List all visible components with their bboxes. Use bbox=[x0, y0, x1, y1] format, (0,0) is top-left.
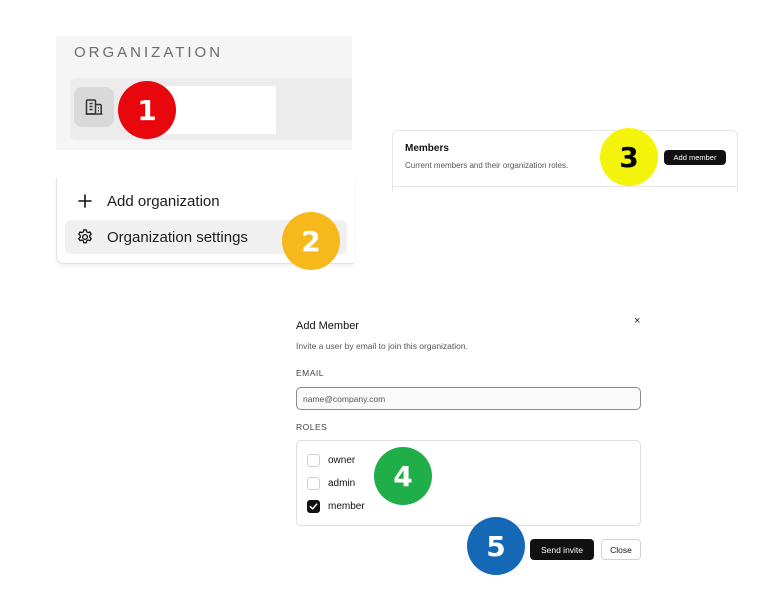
building-icon bbox=[74, 87, 114, 127]
members-title: Members bbox=[405, 143, 449, 154]
step-marker-2: 2 bbox=[282, 212, 340, 270]
member-checkbox[interactable] bbox=[307, 499, 320, 513]
add-organization-label: Add organization bbox=[107, 192, 220, 210]
roles-list: owner admin member bbox=[296, 440, 641, 526]
close-icon[interactable]: × bbox=[634, 315, 640, 327]
role-admin-label: admin bbox=[328, 477, 356, 489]
roles-label: ROLES bbox=[296, 422, 328, 432]
close-button[interactable]: Close bbox=[601, 539, 641, 560]
email-field[interactable] bbox=[296, 387, 641, 410]
gear-icon bbox=[75, 227, 95, 247]
plus-icon bbox=[75, 191, 95, 211]
step-marker-1: 1 bbox=[118, 81, 176, 139]
admin-checkbox[interactable] bbox=[307, 476, 320, 490]
owner-checkbox[interactable] bbox=[307, 453, 320, 467]
checkmark-icon bbox=[309, 502, 318, 510]
email-label: EMAIL bbox=[296, 368, 325, 378]
send-invite-button[interactable]: Send invite bbox=[530, 539, 594, 560]
add-member-button[interactable]: Add member bbox=[664, 150, 726, 165]
step-marker-3: 3 bbox=[600, 128, 658, 186]
dialog-description: Invite a user by email to join this orga… bbox=[296, 341, 468, 351]
organization-row[interactable] bbox=[70, 78, 352, 140]
organization-heading: ORGANIZATION bbox=[74, 44, 224, 61]
role-admin-option[interactable]: admin bbox=[307, 475, 355, 491]
role-owner-label: owner bbox=[328, 454, 356, 466]
step-marker-4: 4 bbox=[374, 447, 432, 505]
dialog-title: Add Member bbox=[296, 320, 359, 332]
members-card: Members Current members and their organi… bbox=[392, 130, 738, 192]
step-marker-5: 5 bbox=[467, 517, 525, 575]
members-subtitle: Current members and their organization r… bbox=[405, 161, 569, 170]
role-member-option[interactable]: member bbox=[307, 498, 365, 514]
role-owner-option[interactable]: owner bbox=[307, 452, 355, 468]
organization-settings-label: Organization settings bbox=[107, 228, 248, 246]
card-divider bbox=[393, 186, 737, 187]
role-member-label: member bbox=[328, 500, 365, 512]
organization-switcher: ORGANIZATION bbox=[56, 36, 352, 150]
